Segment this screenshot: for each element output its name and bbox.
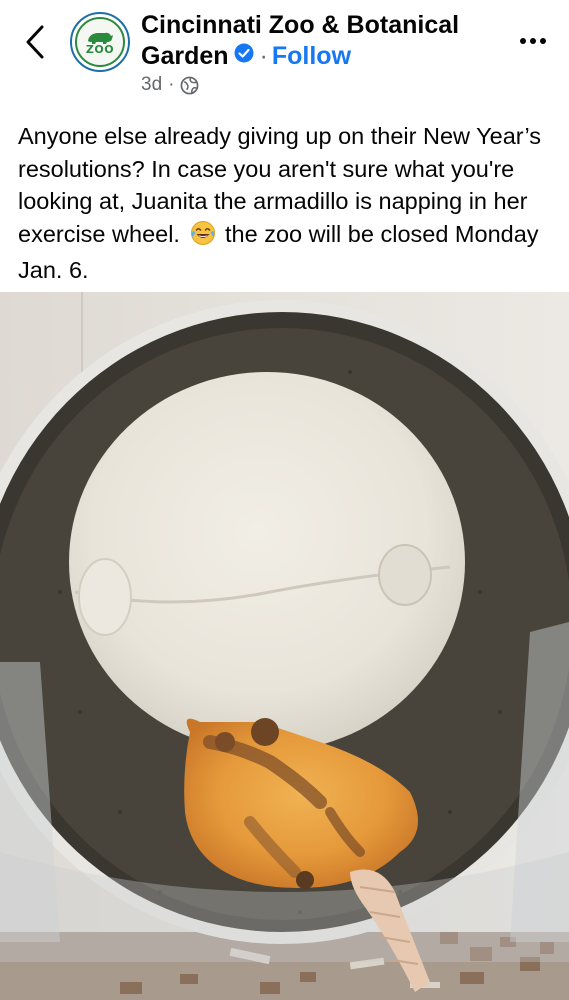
more-options-icon: [520, 38, 546, 44]
back-button[interactable]: [18, 22, 52, 62]
page-avatar[interactable]: ZOO: [70, 12, 130, 72]
face-with-tears-of-joy-icon: [190, 220, 216, 255]
globe-icon: [181, 76, 199, 94]
zoo-logo: ZOO: [75, 17, 125, 67]
page-name-line1[interactable]: Cincinnati Zoo & Botanical: [141, 11, 459, 39]
armadillo-wheel-photo: [0, 292, 569, 1000]
post-photo[interactable]: [0, 292, 569, 1000]
post-timestamp[interactable]: 3d: [141, 74, 162, 96]
verified-badge-icon: [234, 40, 254, 71]
name-separator: ·: [259, 42, 268, 70]
post-header: ZOO Cincinnati Zoo & Botanical Garden · Fo…: [0, 0, 569, 110]
page-name: Cincinnati Zoo & Botanical Garden · Follow: [141, 10, 501, 72]
avatar-label: ZOO: [85, 42, 115, 56]
chevron-left-icon: [26, 25, 44, 59]
page-name-line2[interactable]: Garden: [141, 42, 229, 70]
more-options-button[interactable]: [515, 26, 551, 56]
follow-button[interactable]: Follow: [272, 42, 351, 70]
post-meta: 3d ·: [141, 74, 199, 96]
post-caption: Anyone else already giving up on their N…: [18, 120, 558, 287]
meta-separator: ·: [168, 74, 175, 95]
